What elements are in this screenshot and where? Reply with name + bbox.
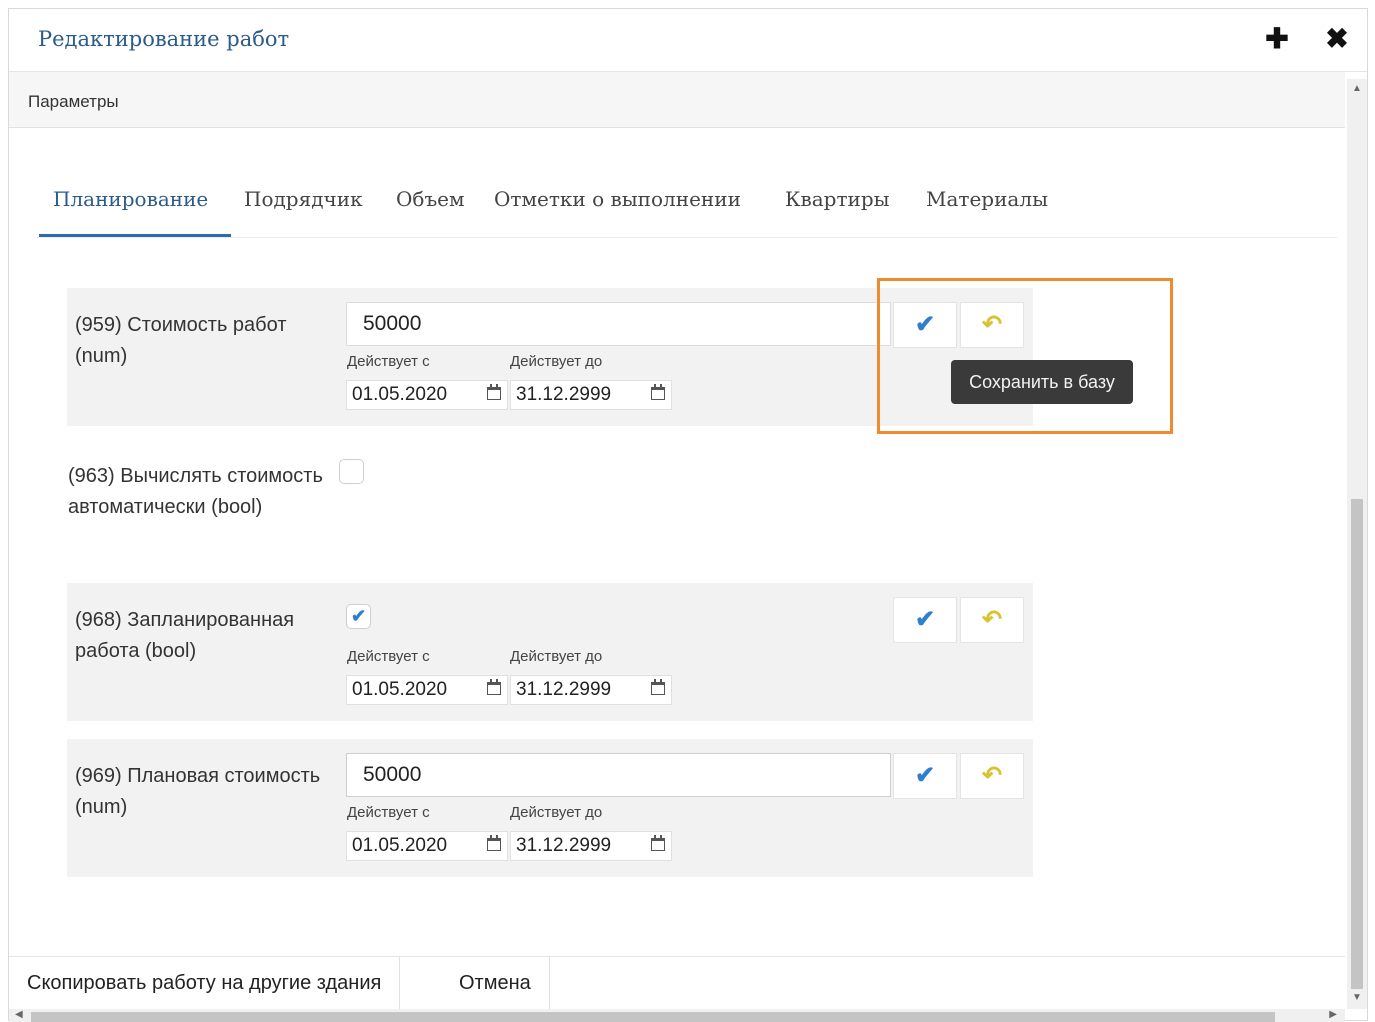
- calendar-icon[interactable]: [651, 679, 665, 695]
- valid-to-date[interactable]: 31.12.2999: [510, 675, 672, 705]
- param-label: (969) Плановая стоимость (num): [75, 765, 321, 818]
- undo-icon[interactable]: ↶: [960, 597, 1024, 643]
- vertical-scrollbar[interactable]: ▲ ▼: [1347, 79, 1367, 1009]
- valid-to-label: Действует до: [510, 353, 603, 370]
- cancel-button[interactable]: Отмена: [441, 957, 550, 1009]
- param-label: (963) Вычислять стоимость автоматически …: [68, 465, 323, 518]
- planned-work-checkbox[interactable]: ✔: [346, 604, 371, 629]
- valid-from-label: Действует с: [347, 353, 430, 370]
- vertical-scroll-thumb[interactable]: [1351, 499, 1363, 989]
- scroll-up-icon[interactable]: ▲: [1352, 83, 1362, 94]
- auto-calc-checkbox[interactable]: [339, 459, 364, 484]
- valid-from-label: Действует с: [347, 648, 430, 665]
- valid-to-date[interactable]: 31.12.2999: [510, 831, 672, 861]
- horizontal-scrollbar[interactable]: ◀ ▶: [9, 1009, 1345, 1022]
- highlight-frame: [877, 278, 1173, 434]
- valid-to-label: Действует до: [510, 648, 603, 665]
- param-row-968: (968) Запланированная работа (bool) ✔ Де…: [67, 583, 1033, 721]
- section-label: Параметры: [28, 92, 119, 111]
- undo-icon[interactable]: ↶: [960, 753, 1024, 799]
- date-value: 01.05.2020: [352, 835, 448, 856]
- valid-to-date[interactable]: 31.12.2999: [510, 380, 672, 410]
- calendar-icon[interactable]: [487, 679, 501, 695]
- date-value: 31.12.2999: [516, 679, 612, 700]
- tab-contractor[interactable]: Подрядчик: [244, 187, 363, 211]
- calendar-icon[interactable]: [651, 384, 665, 400]
- plus-icon[interactable]: ✚: [1261, 23, 1293, 55]
- parameters-section-header[interactable]: Параметры: [9, 72, 1345, 128]
- tab-bar: Планирование Подрядчик Объем Отметки о в…: [37, 177, 1337, 238]
- title-bar: Редактирование работ ✚ ✖: [9, 9, 1367, 72]
- tab-apartments[interactable]: Квартиры: [785, 187, 890, 211]
- value-input[interactable]: 50000: [346, 753, 891, 797]
- tab-completion-marks[interactable]: Отметки о выполнении: [494, 187, 741, 211]
- param-row-963: (963) Вычислять стоимость автоматически …: [67, 447, 1033, 577]
- date-value: 31.12.2999: [516, 835, 612, 856]
- active-tab-indicator: [39, 234, 231, 237]
- checkmark-icon[interactable]: ✔: [893, 597, 957, 643]
- close-icon[interactable]: ✖: [1321, 23, 1353, 55]
- scroll-left-icon[interactable]: ◀: [15, 1009, 23, 1020]
- tab-planning[interactable]: Планирование: [53, 187, 208, 211]
- valid-from-date[interactable]: 01.05.2020: [346, 675, 508, 705]
- tab-volume[interactable]: Объем: [396, 187, 465, 211]
- date-value: 01.05.2020: [352, 679, 448, 700]
- valid-from-label: Действует с: [347, 804, 430, 821]
- valid-to-label: Действует до: [510, 804, 603, 821]
- copy-to-buildings-button[interactable]: Скопировать работу на другие здания: [9, 957, 401, 1009]
- checkmark-icon[interactable]: ✔: [893, 753, 957, 799]
- date-value: 01.05.2020: [352, 384, 448, 405]
- calendar-icon[interactable]: [651, 835, 665, 851]
- param-label: (959) Стоимость работ (num): [75, 314, 287, 367]
- valid-from-date[interactable]: 01.05.2020: [346, 831, 508, 861]
- value-input[interactable]: 50000: [346, 302, 891, 346]
- param-label: (968) Запланированная работа (bool): [75, 609, 295, 662]
- param-row-969: (969) Плановая стоимость (num) 50000 Дей…: [67, 739, 1033, 877]
- edit-works-dialog: Редактирование работ ✚ ✖ Параметры Плани…: [8, 8, 1368, 1022]
- scroll-down-icon[interactable]: ▼: [1352, 992, 1362, 1003]
- date-value: 31.12.2999: [516, 384, 612, 405]
- dialog-title: Редактирование работ: [38, 27, 290, 51]
- scroll-right-icon[interactable]: ▶: [1329, 1009, 1337, 1020]
- calendar-icon[interactable]: [487, 835, 501, 851]
- calendar-icon[interactable]: [487, 384, 501, 400]
- dialog-footer: Скопировать работу на другие здания Отме…: [9, 956, 1345, 1013]
- tab-materials[interactable]: Материалы: [926, 187, 1048, 211]
- valid-from-date[interactable]: 01.05.2020: [346, 380, 508, 410]
